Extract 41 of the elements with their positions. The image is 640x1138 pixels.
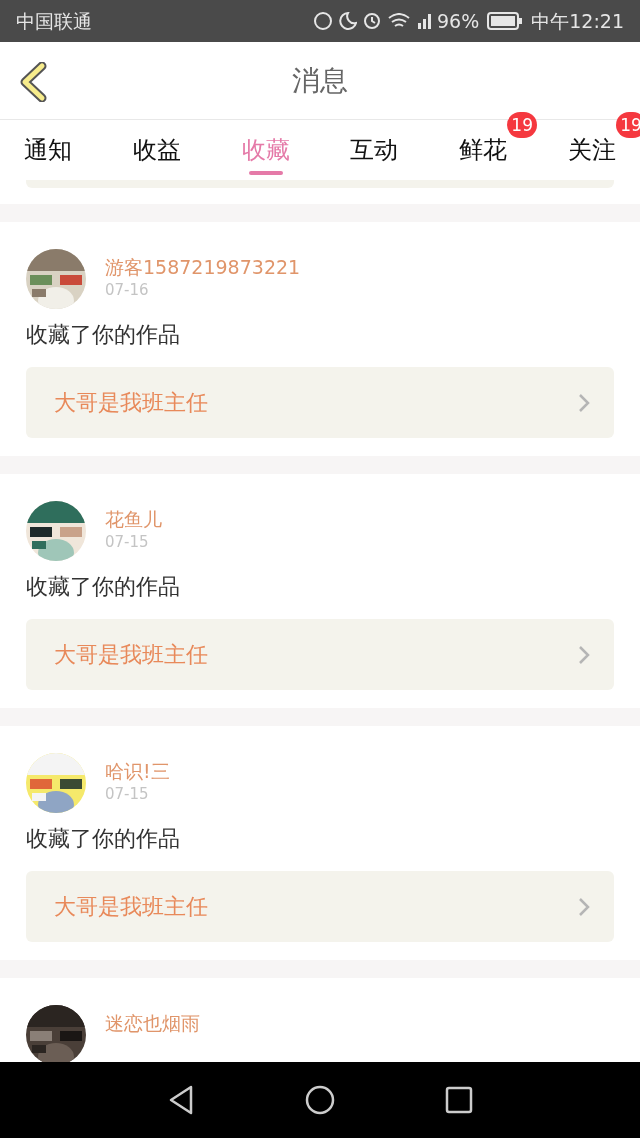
message-date: 07-15 — [105, 532, 150, 552]
count-badge: 19 — [507, 112, 538, 138]
recent-apps-icon[interactable] — [445, 1086, 473, 1114]
tab[interactable]: 鲜花 — [459, 132, 508, 168]
back-icon[interactable] — [167, 1084, 195, 1116]
battery-icon — [487, 12, 524, 30]
alarm-icon — [363, 12, 381, 30]
work-card[interactable]: 大哥是我班主任 — [26, 619, 614, 690]
work-title: 大哥是我班主任 — [54, 893, 209, 921]
user-name[interactable]: 迷恋也烟雨 — [105, 1010, 200, 1036]
tab-indicator — [248, 171, 283, 175]
home-icon[interactable] — [305, 1085, 335, 1115]
chevron-right-icon — [578, 392, 590, 413]
message-date: 07-16 — [105, 280, 150, 300]
message-text: 收藏了你的作品 — [26, 573, 181, 601]
clock: 中午12:21 — [531, 8, 624, 34]
moon-icon — [339, 11, 357, 31]
user-name[interactable]: 游客1587219873221 — [105, 254, 301, 280]
work-card[interactable]: 大哥是我班主任 — [26, 367, 614, 438]
tab[interactable]: 收益 — [132, 132, 181, 168]
chevron-right-icon — [578, 644, 590, 665]
message-date: 07-15 — [105, 784, 150, 804]
work-title: 大哥是我班主任 — [54, 641, 209, 669]
user-name[interactable]: 哈识!三 — [105, 758, 170, 784]
message-text: 收藏了你的作品 — [26, 321, 181, 349]
page-title: 消息 — [292, 62, 348, 99]
work-card[interactable]: 大哥是我班主任 — [26, 871, 614, 942]
tab[interactable]: 通知 — [24, 132, 72, 168]
back-icon[interactable] — [18, 62, 48, 102]
work-title: 大哥是我班主任 — [54, 389, 209, 417]
tab[interactable]: 关注 — [568, 132, 616, 168]
tab[interactable]: 互动 — [350, 132, 399, 168]
user-name[interactable]: 花鱼儿 — [105, 506, 162, 532]
carrier-name: 中国联通 — [16, 8, 92, 34]
wifi-icon — [387, 13, 411, 29]
count-badge: 19 — [616, 112, 640, 138]
message-text: 收藏了你的作品 — [26, 825, 181, 853]
battery-level: 96% — [437, 8, 480, 34]
chevron-right-icon — [578, 896, 590, 917]
tab[interactable]: 收藏 — [241, 132, 290, 168]
signal-icon — [417, 12, 433, 30]
